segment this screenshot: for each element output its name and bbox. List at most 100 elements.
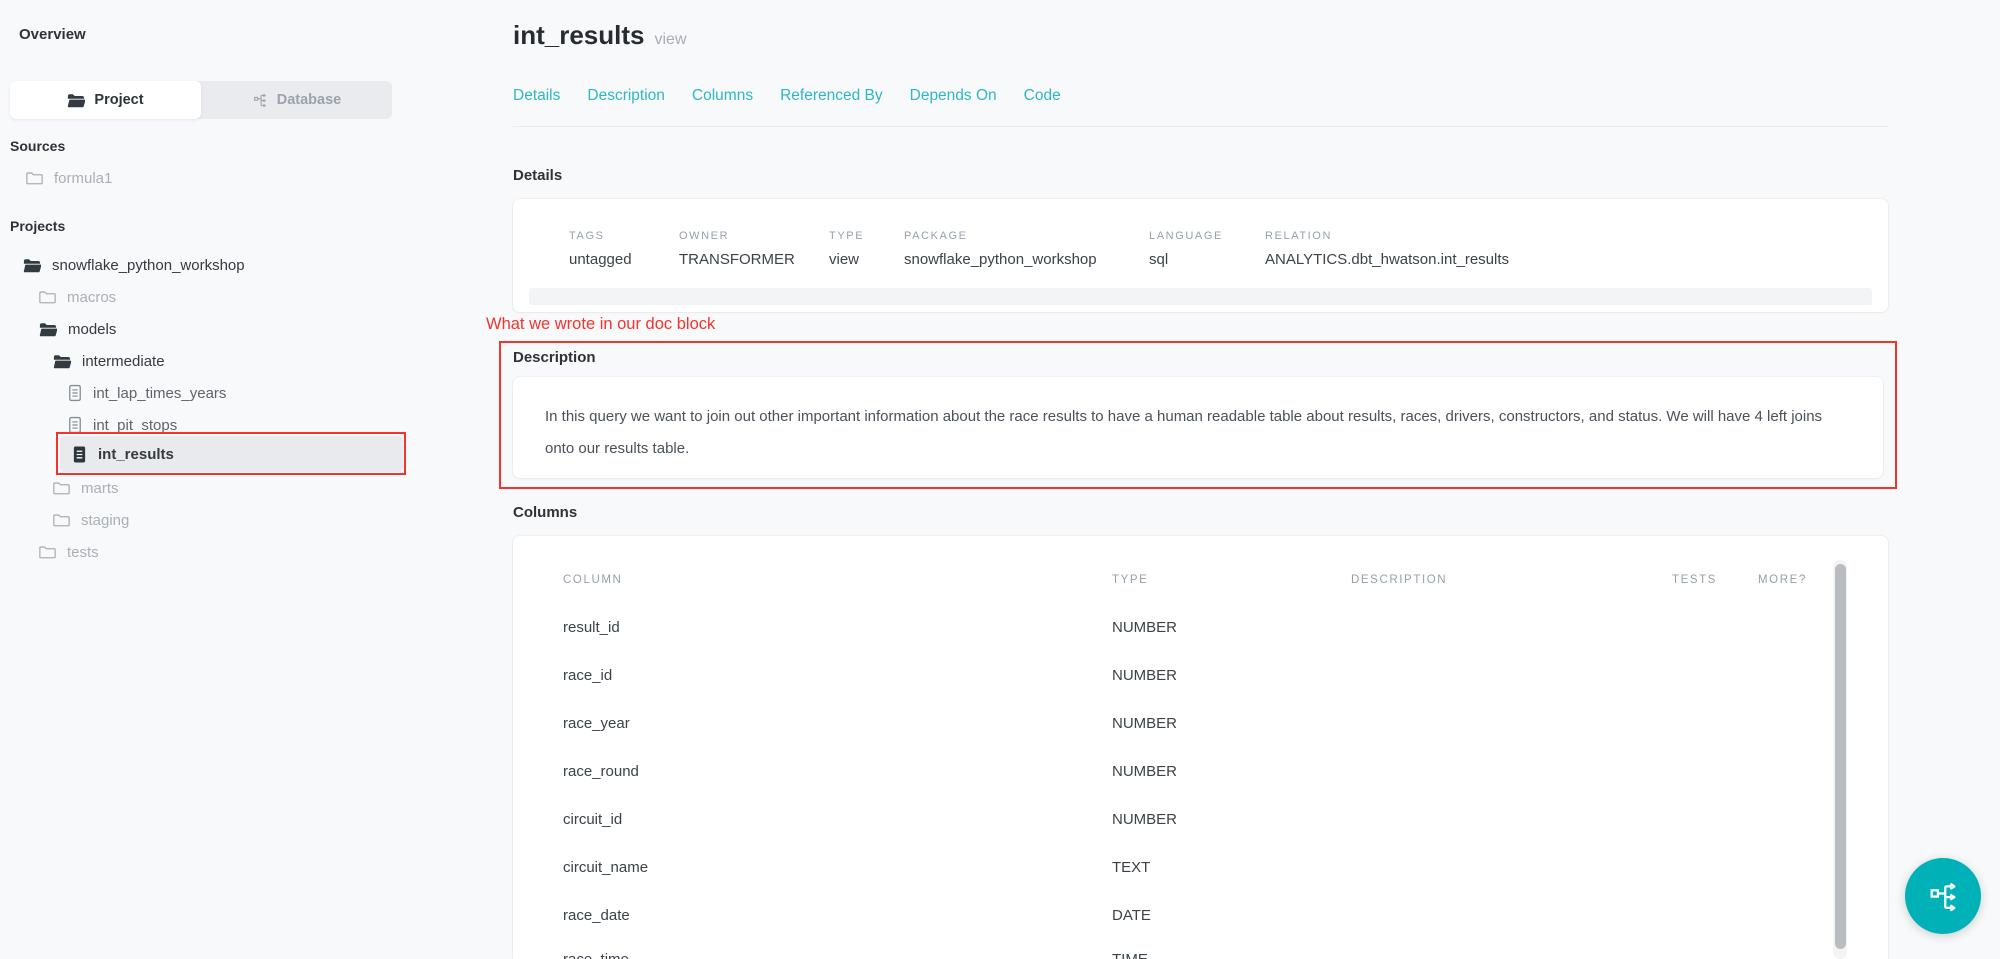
tree-item-intermediate[interactable]: intermediate (53, 348, 165, 374)
tree-item-label: formula1 (54, 170, 112, 187)
tab-description[interactable]: Description (587, 87, 665, 105)
annotation-text: What we wrote in our doc block (486, 315, 715, 334)
toggle-project-button[interactable]: Project (10, 81, 201, 119)
column-name: race_round (563, 763, 639, 780)
tree-item-label: snowflake_python_workshop (52, 257, 245, 274)
overview-heading: Overview (19, 26, 86, 43)
field-package: PACKAGE snowflake_python_workshop (904, 230, 1097, 268)
column-name: circuit_name (563, 859, 648, 876)
column-type: NUMBER (1112, 811, 1177, 828)
column-type: NUMBER (1112, 667, 1177, 684)
tree-item-label: intermediate (82, 353, 165, 370)
columns-card: COLUMN TYPE DESCRIPTION TESTS MORE? resu… (513, 536, 1888, 959)
tree-item-formula1[interactable]: formula1 (26, 165, 112, 191)
tree-item-label: marts (81, 480, 119, 497)
tree-item-label: staging (81, 512, 129, 529)
folder-open-icon (39, 322, 57, 337)
field-value: snowflake_python_workshop (904, 251, 1097, 268)
column-header-column: COLUMN (563, 574, 622, 586)
folder-icon (39, 290, 56, 304)
file-solid-icon (72, 445, 87, 464)
tab-code[interactable]: Code (1024, 87, 1061, 105)
model-type-label: view (655, 31, 687, 48)
project-database-toggle: Project Database (10, 81, 392, 119)
toggle-database-label: Database (277, 92, 341, 108)
collapsed-accordion-strip[interactable] (529, 288, 1872, 305)
column-name: race_date (563, 907, 630, 924)
tree-item-int-results[interactable]: int_results (72, 441, 174, 467)
column-header-more: MORE? (1758, 574, 1807, 586)
field-value: sql (1149, 251, 1223, 268)
field-label: LANGUAGE (1149, 230, 1223, 242)
field-label: TAGS (569, 230, 632, 242)
column-header-description: DESCRIPTION (1351, 574, 1447, 586)
column-name: race_time (563, 951, 629, 959)
tab-columns[interactable]: Columns (692, 87, 753, 105)
columns-heading: Columns (513, 504, 577, 521)
field-label: RELATION (1265, 230, 1509, 242)
file-icon (68, 384, 82, 402)
toggle-project-label: Project (94, 92, 143, 108)
table-scrollbar (1833, 560, 1847, 959)
tab-referenced-by[interactable]: Referenced By (780, 87, 883, 105)
column-name: race_id (563, 667, 612, 684)
field-type: TYPE view (829, 230, 864, 268)
tree-item-label: tests (67, 544, 99, 561)
column-type: NUMBER (1112, 715, 1177, 732)
field-label: TYPE (829, 230, 864, 242)
description-card: In this query we want to join out other … (513, 377, 1883, 478)
tab-divider (513, 126, 1888, 127)
field-owner: OWNER TRANSFORMER (679, 230, 795, 268)
details-heading: Details (513, 167, 562, 184)
tree-item-models[interactable]: models (39, 316, 116, 342)
tab-depends-on[interactable]: Depends On (910, 87, 997, 105)
folder-open-icon (23, 258, 41, 273)
tab-bar: Details Description Columns Referenced B… (513, 87, 1061, 105)
folder-icon (53, 513, 70, 527)
tree-item-int-lap-times-years[interactable]: int_lap_times_years (68, 380, 226, 406)
model-name: int_results (513, 20, 645, 50)
tree-item-label: int_lap_times_years (93, 385, 226, 402)
field-language: LANGUAGE sql (1149, 230, 1223, 268)
tree-item-macros[interactable]: macros (39, 284, 116, 310)
sources-heading: Sources (10, 138, 65, 154)
tree-item-marts[interactable]: marts (53, 475, 119, 501)
description-body: In this query we want to join out other … (545, 401, 1850, 465)
field-label: OWNER (679, 230, 795, 242)
folder-icon (39, 545, 56, 559)
column-name: circuit_id (563, 811, 622, 828)
tab-details[interactable]: Details (513, 87, 560, 105)
folder-icon (53, 481, 70, 495)
column-name: result_id (563, 619, 620, 636)
field-value: untagged (569, 251, 632, 268)
tree-item-tests[interactable]: tests (39, 539, 99, 565)
field-value: TRANSFORMER (679, 251, 795, 268)
folder-open-icon (53, 354, 71, 369)
page-title: int_results view (513, 20, 687, 51)
lineage-graph-icon (1926, 879, 1960, 913)
tree-item-snowflake-python-workshop[interactable]: snowflake_python_workshop (23, 252, 245, 278)
field-tags: TAGS untagged (569, 230, 632, 268)
folder-icon (26, 171, 43, 185)
field-value: view (829, 251, 864, 268)
details-card: TAGS untagged OWNER TRANSFORMER TYPE vie… (513, 199, 1888, 312)
projects-heading: Projects (10, 218, 65, 234)
tree-item-label: int_results (98, 446, 174, 463)
column-type: TEXT (1112, 859, 1150, 876)
column-type: NUMBER (1112, 619, 1177, 636)
toggle-database-button[interactable]: Database (201, 81, 392, 119)
column-type: NUMBER (1112, 763, 1177, 780)
column-header-tests: TESTS (1672, 574, 1717, 586)
column-name: race_year (563, 715, 630, 732)
dbt-docs-page: Overview Project Database Sources formul… (0, 0, 2000, 959)
description-heading: Description (513, 349, 596, 366)
sidebar: Overview Project Database Sources formul… (0, 0, 420, 959)
field-value: ANALYTICS.dbt_hwatson.int_results (1265, 251, 1509, 268)
scrollbar-thumb[interactable] (1835, 564, 1846, 949)
tree-item-staging[interactable]: staging (53, 507, 129, 533)
lineage-graph-button[interactable] (1905, 858, 1981, 934)
tree-item-label: int_pit_stops (93, 417, 177, 434)
tree-item-label: macros (67, 289, 116, 306)
column-header-type: TYPE (1112, 574, 1148, 586)
field-label: PACKAGE (904, 230, 1097, 242)
